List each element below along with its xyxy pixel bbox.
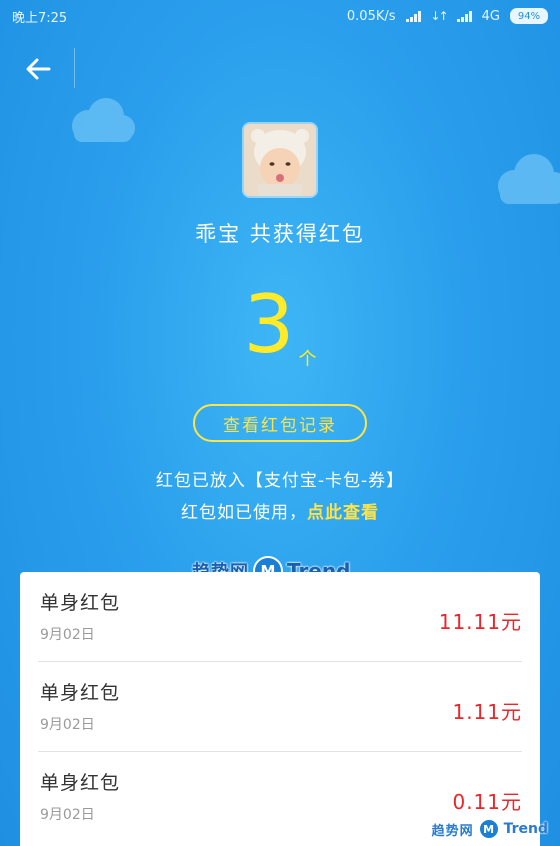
item-title: 单身红包	[40, 682, 121, 704]
item-date: 9月02日	[40, 807, 95, 823]
child-avatar-icon	[244, 124, 316, 196]
battery-icon: 94%	[510, 8, 548, 24]
item-title: 单身红包	[40, 772, 121, 794]
status-bar: 晚上7:25 0.05K/s ↓↑ 4G 94%	[0, 0, 560, 32]
item-amount: 11.11元	[438, 610, 522, 634]
item-amount: 0.11元	[452, 790, 522, 814]
red-packet-count: 3个	[0, 278, 560, 371]
info-location-text: 红包已放入【支付宝-卡包-券】	[155, 471, 405, 491]
battery-level: 94%	[517, 10, 541, 22]
network-speed: 0.05K/s	[346, 8, 396, 24]
avatar	[244, 124, 316, 196]
arrow-left-icon	[26, 58, 51, 80]
network-type: 4G	[481, 8, 500, 24]
view-records-button[interactable]: 查看红包记录	[193, 404, 367, 442]
count-number: 3	[243, 278, 295, 371]
red-packet-list: 单身红包 9月02日 11.11元 单身红包 9月02日 1.11元 单身红包 …	[20, 572, 540, 846]
info-usage-text: 红包如已使用，点此查看	[0, 498, 560, 523]
item-date: 9月02日	[40, 717, 95, 733]
nav-divider	[74, 48, 75, 88]
cloud-decoration	[72, 98, 135, 142]
signal-icon	[405, 10, 421, 22]
watermark-en: Trend	[503, 821, 548, 837]
item-amount: 1.11元	[452, 700, 522, 724]
item-title: 单身红包	[40, 592, 121, 614]
summary-headline: 乖宝 共获得红包	[195, 222, 365, 246]
info-usage-prefix: 红包如已使用，	[181, 503, 307, 523]
status-time: 晚上7:25	[12, 10, 68, 26]
cloud-decoration-right	[498, 154, 560, 204]
data-transfer-icon: ↓↑	[430, 9, 449, 23]
list-item[interactable]: 单身红包 9月02日 1.11元	[20, 662, 540, 752]
list-item[interactable]: 单身红包 9月02日 11.11元	[20, 572, 540, 662]
watermark-cn: 趋势网	[431, 823, 474, 839]
watermark-m-icon: M	[477, 818, 500, 840]
item-date: 9月02日	[40, 627, 95, 643]
status-indicators: 0.05K/s ↓↑ 4G 94%	[347, 8, 548, 24]
watermark-logo-bottom: 趋势网 M Trend	[432, 818, 548, 840]
back-button[interactable]	[18, 52, 58, 86]
signal-icon-2	[456, 10, 472, 22]
count-unit: 个	[298, 349, 317, 370]
view-here-link[interactable]: 点此查看	[307, 503, 379, 523]
